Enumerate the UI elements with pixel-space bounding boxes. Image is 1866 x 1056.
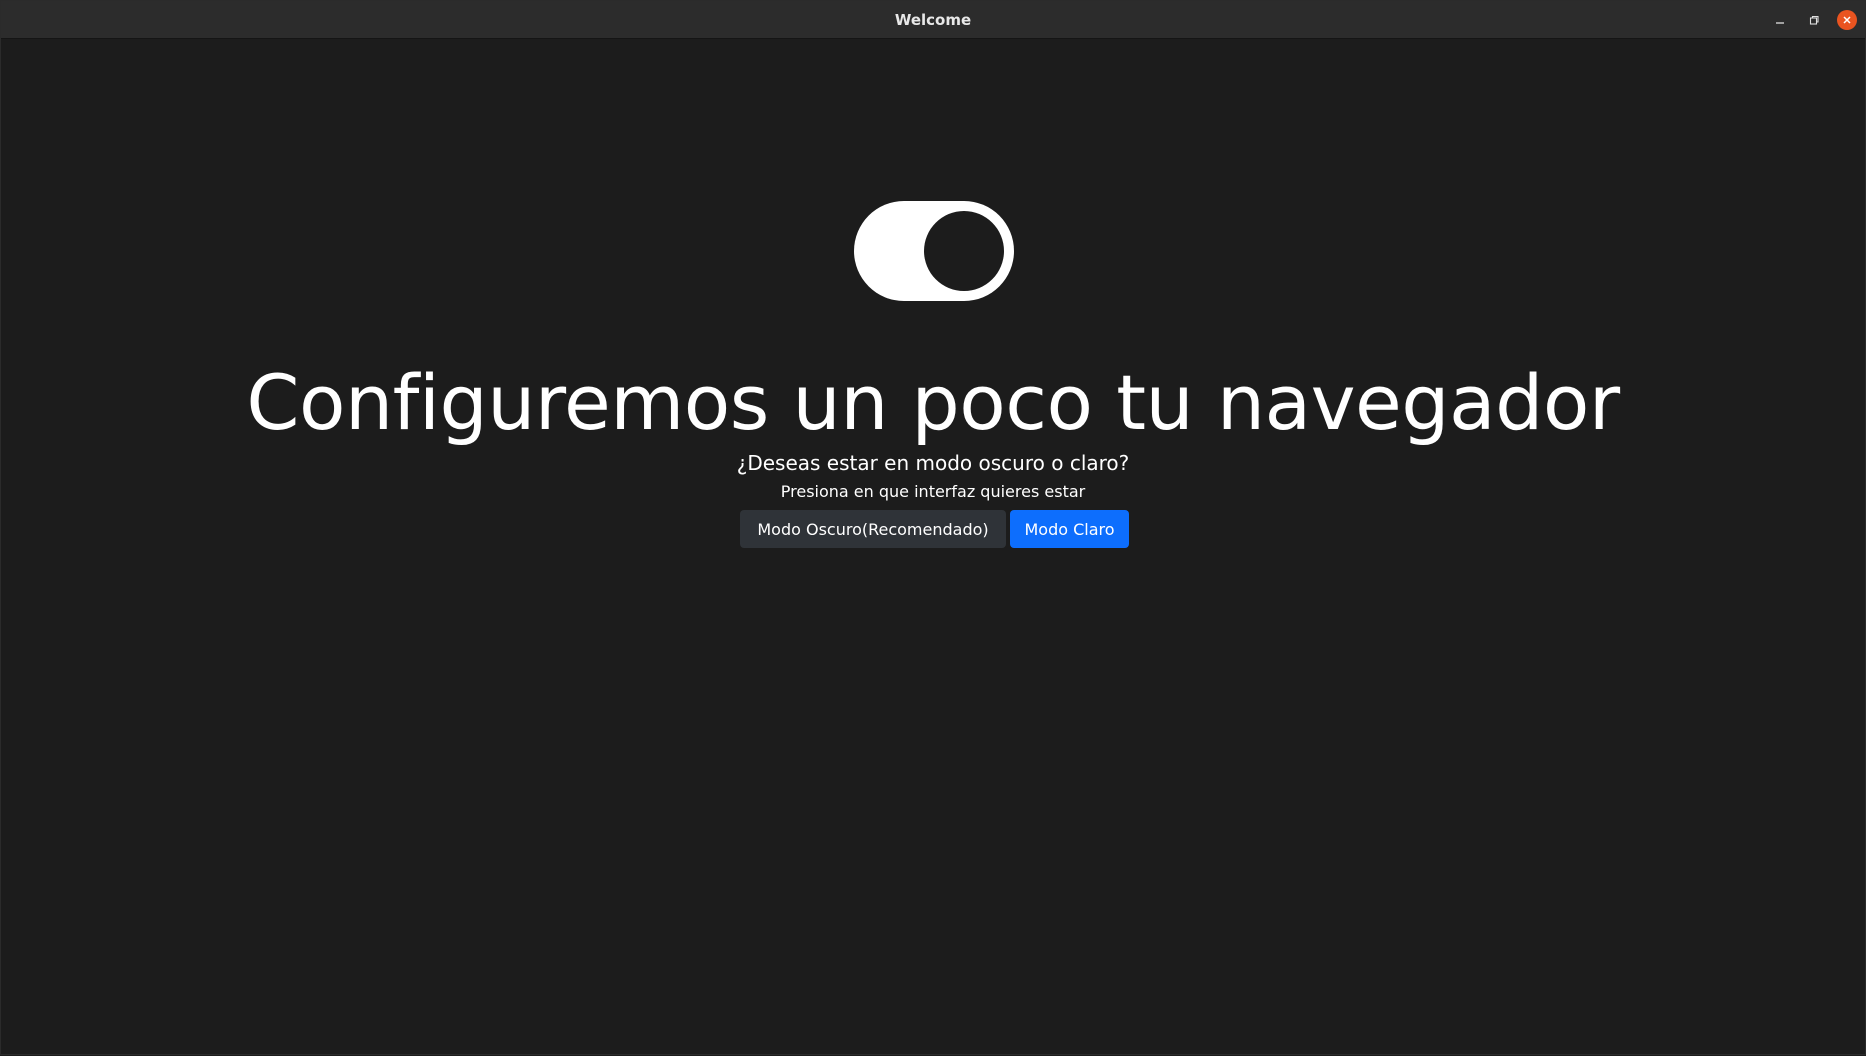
dark-mode-button[interactable]: Modo Oscuro(Recomendado) — [740, 510, 1006, 548]
minimize-button[interactable] — [1770, 10, 1790, 30]
app-window: Welcome Configuremos un poco tu navegado… — [0, 0, 1866, 1055]
page-title: Configuremos un poco tu navegador — [246, 358, 1620, 447]
minimize-icon — [1776, 22, 1784, 24]
theme-instruction: Presiona en que interfaz quieres estar — [780, 482, 1086, 501]
title-bar[interactable]: Welcome — [1, 1, 1865, 39]
welcome-content: Configuremos un poco tu navegador ¿Desea… — [1, 39, 1865, 1056]
restore-button[interactable] — [1804, 10, 1824, 30]
restore-icon — [1809, 15, 1819, 25]
theme-question: ¿Deseas estar en modo oscuro o claro? — [736, 451, 1130, 475]
close-icon — [1843, 16, 1851, 24]
toggle-switch-icon — [854, 201, 1014, 301]
close-button[interactable] — [1837, 10, 1857, 30]
light-mode-button[interactable]: Modo Claro — [1010, 510, 1129, 548]
window-title: Welcome — [894, 11, 972, 29]
theme-button-group: Modo Oscuro(Recomendado) Modo Claro — [740, 510, 1129, 548]
